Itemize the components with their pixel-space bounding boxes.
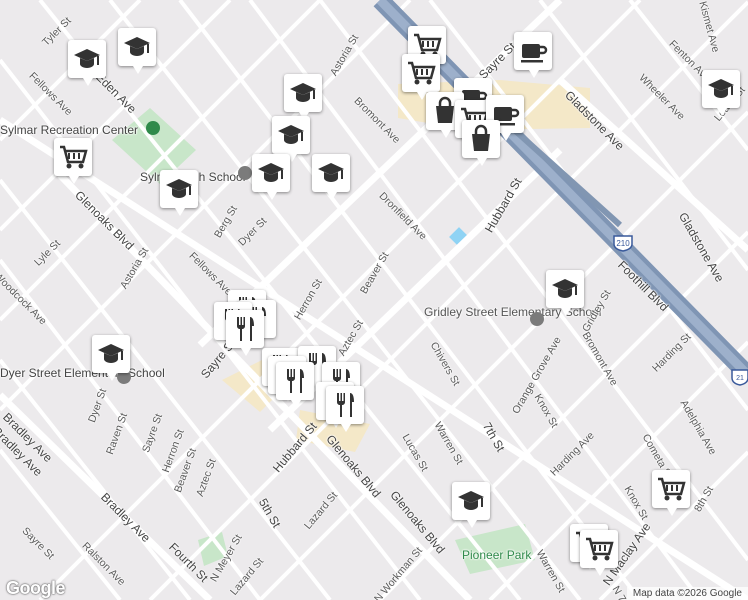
school-label: Dyer Street Elementary School	[0, 366, 165, 380]
restaurant-pin-icon[interactable]	[326, 386, 364, 432]
school-pin-icon[interactable]	[546, 270, 584, 316]
school-pin-icon[interactable]	[252, 154, 290, 200]
shopping-pin-icon[interactable]	[462, 120, 500, 166]
interstate-shield-icon: 210	[612, 234, 634, 257]
restaurant-pin-icon[interactable]	[276, 362, 314, 408]
grocery-pin-icon[interactable]	[580, 530, 618, 576]
school-pin-icon[interactable]	[68, 40, 106, 86]
svg-text:21: 21	[736, 375, 744, 382]
school-pin-icon[interactable]	[160, 170, 198, 216]
google-logo: Google	[6, 578, 66, 598]
school-marker-icon[interactable]	[530, 312, 544, 326]
park-marker-icon[interactable]	[146, 121, 160, 135]
map-canvas[interactable]: Tyler St Fellows Ave Eden Ave Astoria St…	[0, 0, 748, 600]
school-pin-icon[interactable]	[312, 154, 350, 200]
restaurant-pin-icon[interactable]	[226, 310, 264, 356]
grocery-pin-icon[interactable]	[652, 470, 690, 516]
school-pin-icon[interactable]	[118, 28, 156, 74]
cafe-pin-icon[interactable]	[514, 32, 552, 78]
interstate-shield-icon: 21	[730, 368, 748, 391]
school-pin-icon[interactable]	[92, 335, 130, 381]
school-pin-icon[interactable]	[284, 74, 322, 120]
school-pin-icon[interactable]	[702, 70, 740, 116]
svg-text:210: 210	[616, 239, 630, 248]
map-attribution[interactable]: Map data ©2026 Google	[626, 587, 748, 600]
school-pin-icon[interactable]	[452, 482, 490, 528]
grocery-pin-icon[interactable]	[402, 54, 440, 100]
park-label: Pioneer Park	[462, 548, 532, 562]
park-label: Sylmar Recreation Center	[0, 123, 139, 137]
school-pin-icon[interactable]	[272, 116, 310, 162]
grocery-pin-icon[interactable]	[54, 138, 92, 184]
school-marker-icon[interactable]	[238, 166, 252, 180]
